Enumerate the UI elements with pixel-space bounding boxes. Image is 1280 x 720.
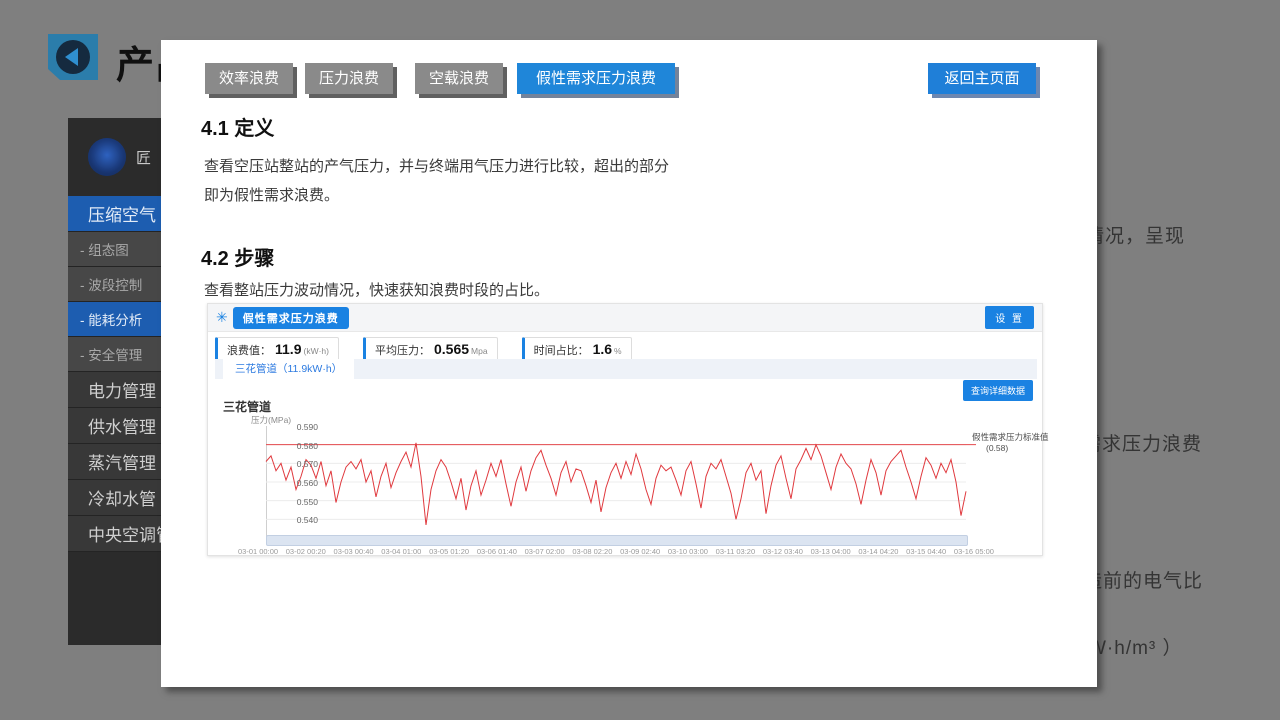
- background-text-fragment: 需求压力浪费: [1082, 429, 1202, 456]
- module-title-badge: 假性需求压力浪费: [233, 307, 349, 329]
- x-tick-label: 03-13 04:00: [811, 547, 851, 556]
- section-heading-definition: 4.1 定义: [201, 112, 274, 141]
- definition-text-line2: 即为假性需求浪费。: [204, 181, 339, 210]
- y-tick-label: 0.580: [272, 441, 318, 451]
- pressure-chart: 0.5900.5800.5700.5600.5500.5400.530: [266, 426, 978, 538]
- y-tick-label: 0.590: [272, 422, 318, 432]
- x-tick-label: 03-01 00:00: [238, 547, 278, 556]
- query-detail-button[interactable]: 查询详细数据: [963, 380, 1033, 401]
- x-tick-label: 03-05 01:20: [429, 547, 469, 556]
- burst-icon: ✳: [216, 309, 228, 326]
- definition-text-line1: 查看空压站整站的产气压力，并与终端用气压力进行比较，超出的部分: [204, 152, 669, 181]
- y-tick-label: 0.540: [272, 515, 318, 525]
- x-tick-label: 03-16 05:00: [954, 547, 994, 556]
- x-tick-label: 03-03 00:40: [334, 547, 374, 556]
- y-tick-label: 0.550: [272, 497, 318, 507]
- back-button[interactable]: [48, 34, 98, 80]
- back-arrow-icon: [56, 40, 90, 74]
- tab-pressure-waste[interactable]: 压力浪费: [305, 63, 393, 94]
- threshold-annotation: 假性需求压力标准值 (0.58): [972, 432, 1062, 454]
- pressure-plot: [266, 426, 978, 538]
- x-tick-label: 03-15 04:40: [906, 547, 946, 556]
- y-tick-label: 0.570: [272, 459, 318, 469]
- background-text-fragment: 情况，呈现: [1085, 221, 1185, 248]
- sidebar-logo-text: 匠: [136, 147, 151, 168]
- return-home-button[interactable]: 返回主页面: [928, 63, 1036, 94]
- x-tick-label: 03-10 03:00: [668, 547, 708, 556]
- background-text-fragment: 造前的电气比: [1083, 566, 1203, 593]
- chart-title: 三花管道: [223, 398, 271, 415]
- help-modal: 效率浪费 压力浪费 空载浪费 假性需求压力浪费 返回主页面 4.1 定义 查看空…: [161, 40, 1097, 687]
- x-tick-label: 03-14 04:20: [858, 547, 898, 556]
- pipe-tab-strip: 三花管道（11.9kW·h）: [215, 359, 1037, 379]
- x-tick-label: 03-02 00:20: [286, 547, 326, 556]
- embedded-app-screenshot: ✳ 假性需求压力浪费 设 置 浪费值： 11.9 (kW·h) 平均压力： 0.…: [207, 303, 1043, 556]
- company-logo-icon: [88, 138, 126, 176]
- x-tick-label: 03-04 01:00: [381, 547, 421, 556]
- tab-idle-waste[interactable]: 空载浪费: [415, 63, 503, 94]
- y-tick-label: 0.560: [272, 478, 318, 488]
- settings-button[interactable]: 设 置: [985, 306, 1034, 329]
- x-tick-label: 03-06 01:40: [477, 547, 517, 556]
- x-tick-label: 03-12 03:40: [763, 547, 803, 556]
- section-heading-steps: 4.2 步骤: [201, 242, 274, 271]
- x-tick-label: 03-07 02:00: [525, 547, 565, 556]
- app-header-bar: ✳ 假性需求压力浪费 设 置: [208, 304, 1042, 332]
- x-axis-labels: 03-01 00:00 03-02 00:20 03-03 00:40 03-04 0…: [238, 547, 994, 556]
- steps-text-line1: 查看整站压力波动情况，快速获知浪费时段的占比。: [204, 276, 549, 305]
- x-tick-label: 03-09 02:40: [620, 547, 660, 556]
- tab-sanhua-pipe[interactable]: 三花管道（11.9kW·h）: [223, 359, 354, 379]
- datazoom-slider[interactable]: [266, 535, 968, 546]
- tab-efficiency-waste[interactable]: 效率浪费: [205, 63, 293, 94]
- tab-false-demand-pressure-waste[interactable]: 假性需求压力浪费: [517, 63, 675, 94]
- x-tick-label: 03-11 03:20: [716, 547, 755, 556]
- x-tick-label: 03-08 02:20: [572, 547, 612, 556]
- background-text-fragment: W·h/m³ ）: [1088, 633, 1183, 660]
